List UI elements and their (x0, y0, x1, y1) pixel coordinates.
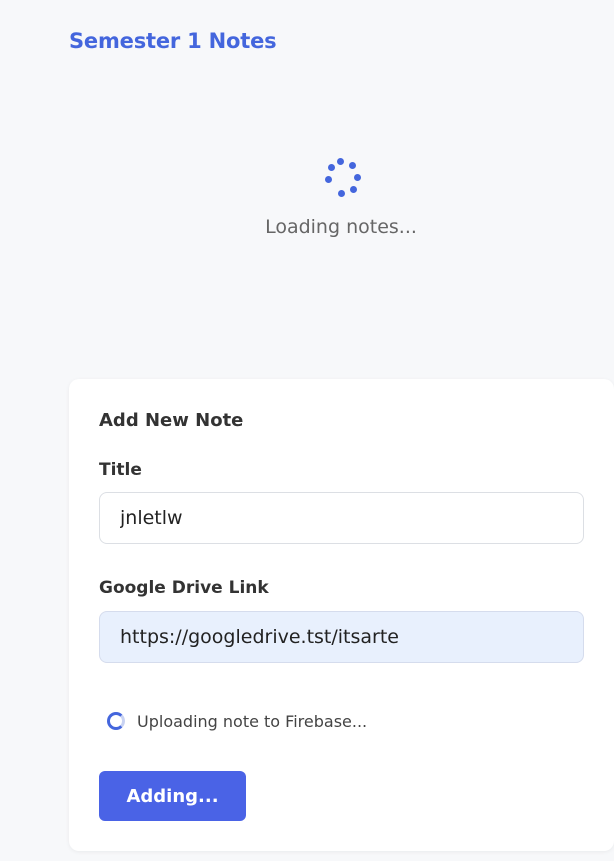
upload-status: Uploading note to Firebase... (107, 709, 367, 733)
notes-loading-indicator: Loading notes... (0, 150, 614, 238)
add-note-button[interactable]: Adding... (99, 771, 246, 821)
drive-link-input[interactable] (99, 611, 584, 663)
upload-status-text: Uploading note to Firebase... (137, 711, 368, 731)
add-note-heading: Add New Note (99, 410, 244, 431)
dots-spinner-icon (319, 156, 363, 200)
drive-link-label: Google Drive Link (99, 578, 269, 598)
loading-text: Loading notes... (265, 216, 417, 238)
ring-spinner-icon (107, 712, 125, 730)
page-title: Semester 1 Notes (69, 29, 277, 53)
title-label: Title (99, 460, 142, 480)
add-note-card: Add New Note Title Google Drive Link Upl… (69, 379, 614, 851)
title-input[interactable] (99, 492, 584, 544)
